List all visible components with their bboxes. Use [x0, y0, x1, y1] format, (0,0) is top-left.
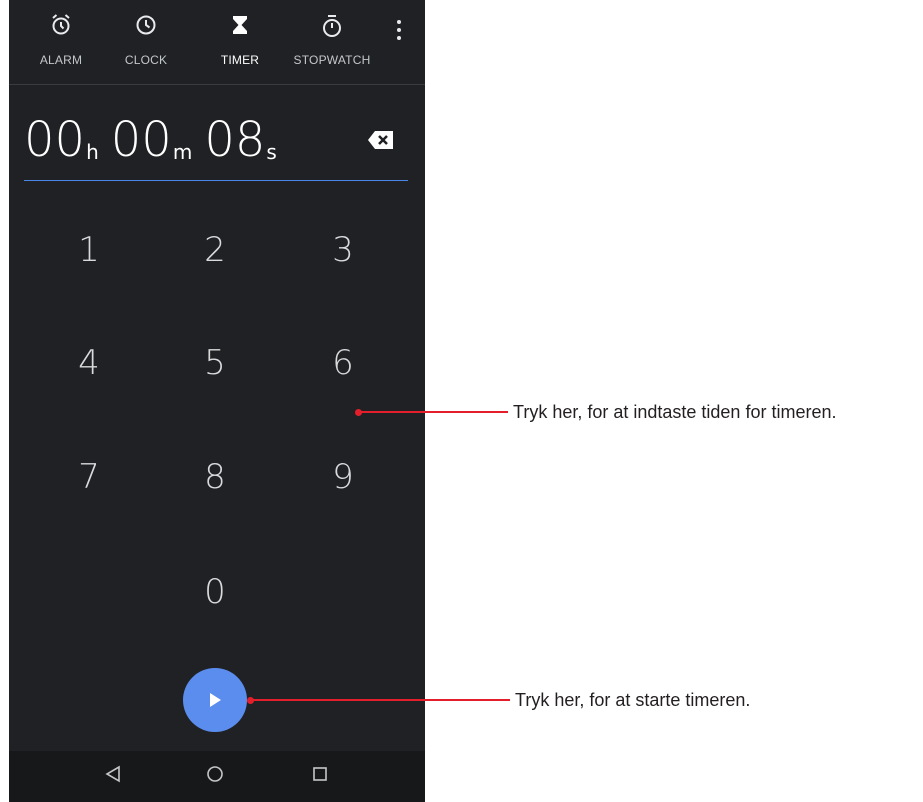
- play-icon: [210, 693, 221, 707]
- start-timer-button[interactable]: [183, 668, 247, 732]
- tab-alarm[interactable]: ALARM: [30, 0, 92, 84]
- tab-stopwatch[interactable]: STOPWATCH: [293, 0, 371, 84]
- system-nav-bar: [9, 751, 425, 802]
- tab-bar: ALARM CLOCK TIMER STOPWATCH: [9, 0, 425, 85]
- hourglass-icon: [233, 16, 247, 34]
- keypad-callout-line: [358, 411, 508, 413]
- tab-clock-label: CLOCK: [124, 53, 168, 67]
- back-icon[interactable]: [105, 765, 121, 788]
- key-8[interactable]: 8: [175, 447, 255, 507]
- phone-screen: ALARM CLOCK TIMER STOPWATCH 00 h 00 m 08…: [9, 0, 425, 802]
- minutes-value: 00: [110, 112, 172, 168]
- key-5[interactable]: 5: [175, 333, 255, 393]
- tab-stopwatch-label: STOPWATCH: [293, 53, 371, 67]
- alarm-icon: [52, 14, 70, 35]
- more-options-icon[interactable]: [394, 20, 404, 44]
- key-3[interactable]: 3: [303, 220, 383, 280]
- start-callout-text: Tryk her, for at starte timeren.: [515, 690, 751, 710]
- minutes-unit: m: [172, 140, 193, 164]
- tab-timer[interactable]: TIMER: [209, 0, 271, 84]
- clock-icon: [136, 15, 156, 35]
- keypad-callout-text: Tryk her, for at indtaste tiden for time…: [513, 402, 837, 422]
- time-input-underline: [24, 180, 408, 181]
- timer-display: 00 h 00 m 08 s: [24, 110, 289, 170]
- backspace-icon[interactable]: [367, 130, 395, 155]
- key-4[interactable]: 4: [49, 333, 129, 393]
- key-6[interactable]: 6: [303, 333, 383, 393]
- recents-icon[interactable]: [312, 765, 328, 788]
- tab-clock[interactable]: CLOCK: [115, 0, 177, 84]
- stopwatch-icon: [323, 15, 341, 37]
- hours-value: 00: [24, 112, 86, 168]
- key-7[interactable]: 7: [49, 447, 129, 507]
- seconds-value: 08: [204, 112, 266, 168]
- seconds-unit: s: [266, 140, 277, 164]
- start-callout-line: [250, 699, 510, 701]
- home-icon[interactable]: [206, 765, 224, 788]
- key-2[interactable]: 2: [175, 220, 255, 280]
- key-9[interactable]: 9: [303, 447, 383, 507]
- key-0[interactable]: 0: [175, 562, 255, 622]
- tab-alarm-label: ALARM: [39, 53, 83, 67]
- tab-timer-label: TIMER: [220, 53, 260, 67]
- hours-unit: h: [86, 140, 99, 164]
- key-1[interactable]: 1: [49, 220, 129, 280]
